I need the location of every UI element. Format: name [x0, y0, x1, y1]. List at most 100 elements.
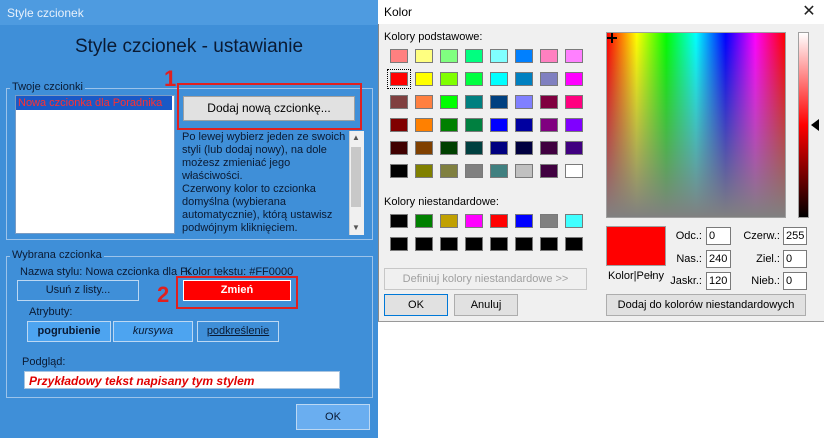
custom-color-swatch[interactable] — [415, 214, 433, 228]
custom-color-swatch[interactable] — [390, 214, 408, 228]
basic-color-swatch[interactable] — [515, 141, 533, 155]
basic-color-swatch[interactable] — [540, 141, 558, 155]
basic-color-swatch[interactable] — [390, 141, 408, 155]
add-to-custom-colors-button[interactable]: Dodaj do kolorów niestandardowych — [606, 294, 806, 316]
basic-color-swatch[interactable] — [465, 118, 483, 132]
custom-color-swatch[interactable] — [490, 214, 508, 228]
basic-color-swatch[interactable] — [490, 95, 508, 109]
basic-color-swatch[interactable] — [490, 72, 508, 86]
basic-color-swatch[interactable] — [415, 49, 433, 63]
define-custom-colors-button[interactable]: Definiuj kolory niestandardowe >> — [384, 268, 587, 290]
basic-color-swatch[interactable] — [565, 95, 583, 109]
hue-field[interactable]: 0 — [706, 227, 731, 245]
basic-color-swatch[interactable] — [440, 118, 458, 132]
custom-color-swatch[interactable] — [440, 237, 458, 251]
basic-color-swatch[interactable] — [415, 118, 433, 132]
basic-color-swatch[interactable] — [540, 49, 558, 63]
custom-color-swatch[interactable] — [565, 237, 583, 251]
basic-color-swatch[interactable] — [515, 95, 533, 109]
custom-color-swatch[interactable] — [540, 237, 558, 251]
custom-color-swatch[interactable] — [515, 214, 533, 228]
basic-color-swatch[interactable] — [465, 164, 483, 178]
basic-color-swatch[interactable] — [390, 164, 408, 178]
scroll-down-icon[interactable]: ▼ — [349, 221, 363, 235]
basic-color-swatch[interactable] — [565, 72, 583, 86]
preview-box: Przykładowy tekst napisany tym stylem — [24, 371, 340, 389]
green-field[interactable]: 0 — [783, 250, 807, 268]
blue-field[interactable]: 0 — [783, 272, 807, 290]
custom-color-swatch[interactable] — [515, 237, 533, 251]
fonts-listbox[interactable] — [15, 95, 175, 234]
basic-color-swatch[interactable] — [515, 49, 533, 63]
basic-color-swatch[interactable] — [440, 141, 458, 155]
basic-color-swatch[interactable] — [540, 164, 558, 178]
ok-button[interactable]: OK — [296, 404, 370, 430]
preview-label: Podgląd: — [22, 356, 66, 368]
custom-color-swatch[interactable] — [490, 237, 508, 251]
basic-color-swatch[interactable] — [490, 118, 508, 132]
custom-color-swatch[interactable] — [565, 214, 583, 228]
fonts-group-label: Twoje czcionki — [10, 81, 85, 93]
basic-color-swatch[interactable] — [440, 49, 458, 63]
basic-color-swatch[interactable] — [440, 72, 458, 86]
basic-color-swatch[interactable] — [515, 72, 533, 86]
basic-color-swatch[interactable] — [540, 72, 558, 86]
basic-color-swatch[interactable] — [565, 49, 583, 63]
custom-color-swatch[interactable] — [465, 214, 483, 228]
custom-color-swatch[interactable] — [415, 237, 433, 251]
red-label: Czerw.: — [743, 230, 780, 242]
custom-color-swatch[interactable] — [390, 237, 408, 251]
basic-color-swatch[interactable] — [390, 95, 408, 109]
color-spectrum[interactable] — [606, 32, 786, 218]
color-ok-button[interactable]: OK — [384, 294, 448, 316]
basic-color-swatch[interactable] — [490, 49, 508, 63]
basic-color-swatch[interactable] — [390, 118, 408, 132]
color-cancel-button[interactable]: Anuluj — [454, 294, 518, 316]
basic-color-swatch[interactable] — [415, 72, 433, 86]
window-title: Style czcionek — [7, 6, 84, 20]
lum-field[interactable]: 120 — [706, 272, 731, 290]
basic-color-swatch[interactable] — [490, 164, 508, 178]
basic-color-swatch[interactable] — [415, 95, 433, 109]
custom-color-swatch[interactable] — [440, 214, 458, 228]
basic-color-swatch[interactable] — [565, 164, 583, 178]
basic-color-swatch[interactable] — [465, 141, 483, 155]
underline-toggle-button[interactable]: podkreślenie — [197, 321, 279, 342]
scroll-thumb[interactable] — [351, 147, 361, 207]
basic-color-swatch[interactable] — [415, 141, 433, 155]
list-item[interactable]: Nowa czcionka dla Poradnika — [16, 96, 172, 110]
basic-color-swatch[interactable] — [540, 95, 558, 109]
basic-color-swatch[interactable] — [565, 118, 583, 132]
basic-color-swatch[interactable] — [540, 118, 558, 132]
basic-color-swatch[interactable] — [390, 49, 408, 63]
sat-field[interactable]: 240 — [706, 250, 731, 268]
bold-toggle-button[interactable]: pogrubienie — [27, 321, 111, 342]
basic-color-swatch[interactable] — [440, 95, 458, 109]
color-dialog-titlebar — [378, 0, 824, 24]
lum-label: Jaskr.: — [670, 275, 702, 287]
italic-toggle-button[interactable]: kursywa — [113, 321, 193, 342]
red-field[interactable]: 255 — [783, 227, 807, 245]
attributes-label: Atrybuty: — [29, 306, 73, 318]
basic-color-swatch[interactable] — [465, 72, 483, 86]
basic-color-swatch[interactable] — [515, 164, 533, 178]
basic-color-swatch[interactable] — [440, 164, 458, 178]
remove-from-list-button[interactable]: Usuń z listy... — [17, 280, 139, 301]
basic-color-swatch[interactable] — [465, 49, 483, 63]
luminosity-bar[interactable] — [798, 32, 809, 218]
basic-color-swatch[interactable] — [565, 141, 583, 155]
luminosity-arrow-icon[interactable] — [811, 119, 819, 131]
crosshair-icon[interactable] — [607, 33, 617, 43]
scroll-up-icon[interactable]: ▲ — [349, 131, 363, 145]
basic-color-swatch[interactable] — [387, 69, 411, 89]
custom-color-swatch[interactable] — [540, 214, 558, 228]
close-icon[interactable]: ✕ — [800, 3, 818, 21]
basic-color-swatch[interactable] — [515, 118, 533, 132]
basic-color-swatch[interactable] — [465, 95, 483, 109]
basic-color-swatch[interactable] — [490, 141, 508, 155]
color-solid-label: Kolor|Pełny — [607, 270, 665, 282]
custom-color-swatch[interactable] — [465, 237, 483, 251]
sat-label: Nas.: — [676, 253, 702, 265]
hue-label: Odc.: — [675, 230, 702, 242]
basic-color-swatch[interactable] — [415, 164, 433, 178]
